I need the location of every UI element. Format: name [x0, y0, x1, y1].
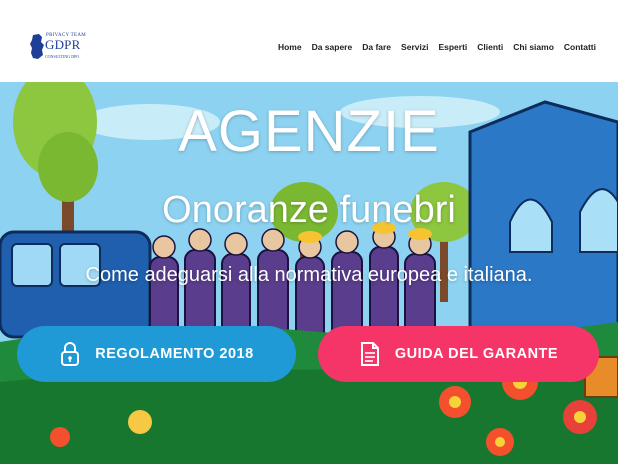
nav-item-esperti[interactable]: Esperti [438, 42, 467, 52]
regolamento-button[interactable]: REGOLAMENTO 2018 [17, 326, 296, 382]
hero-title: AGENZIE [178, 99, 440, 164]
guida-button[interactable]: GUIDA DEL GARANTE [318, 326, 599, 382]
main-nav: Home Da sapere Da fare Servizi Esperti C… [278, 42, 596, 52]
guida-button-label: GUIDA DEL GARANTE [394, 346, 559, 362]
lock-icon [61, 342, 80, 366]
logo-bottom-text: CONSULTING DPO [45, 54, 80, 59]
logo[interactable]: PRIVACY TEAM GDPR CONSULTING DPO [29, 33, 89, 63]
nav-item-da-fare[interactable]: Da fare [362, 42, 391, 52]
hero-section: AGENZIE Onoranze funebri Come adeguarsi … [0, 82, 618, 464]
hero-tagline: Come adeguarsi alla normativa europea e … [85, 264, 533, 286]
logo-main-text: GDPR [45, 37, 81, 52]
regolamento-button-label: REGOLAMENTO 2018 [95, 346, 254, 362]
nav-item-home[interactable]: Home [278, 42, 302, 52]
nav-item-da-sapere[interactable]: Da sapere [312, 42, 353, 52]
nav-item-contatti[interactable]: Contatti [564, 42, 596, 52]
site-header: PRIVACY TEAM GDPR CONSULTING DPO Home Da… [0, 0, 618, 82]
document-icon [360, 342, 379, 366]
nav-item-clienti[interactable]: Clienti [477, 42, 503, 52]
sardinia-map-icon [30, 34, 44, 59]
nav-item-chi-siamo[interactable]: Chi siamo [513, 42, 554, 52]
hero-subtitle: Onoranze funebri [162, 189, 456, 231]
nav-item-servizi[interactable]: Servizi [401, 42, 428, 52]
